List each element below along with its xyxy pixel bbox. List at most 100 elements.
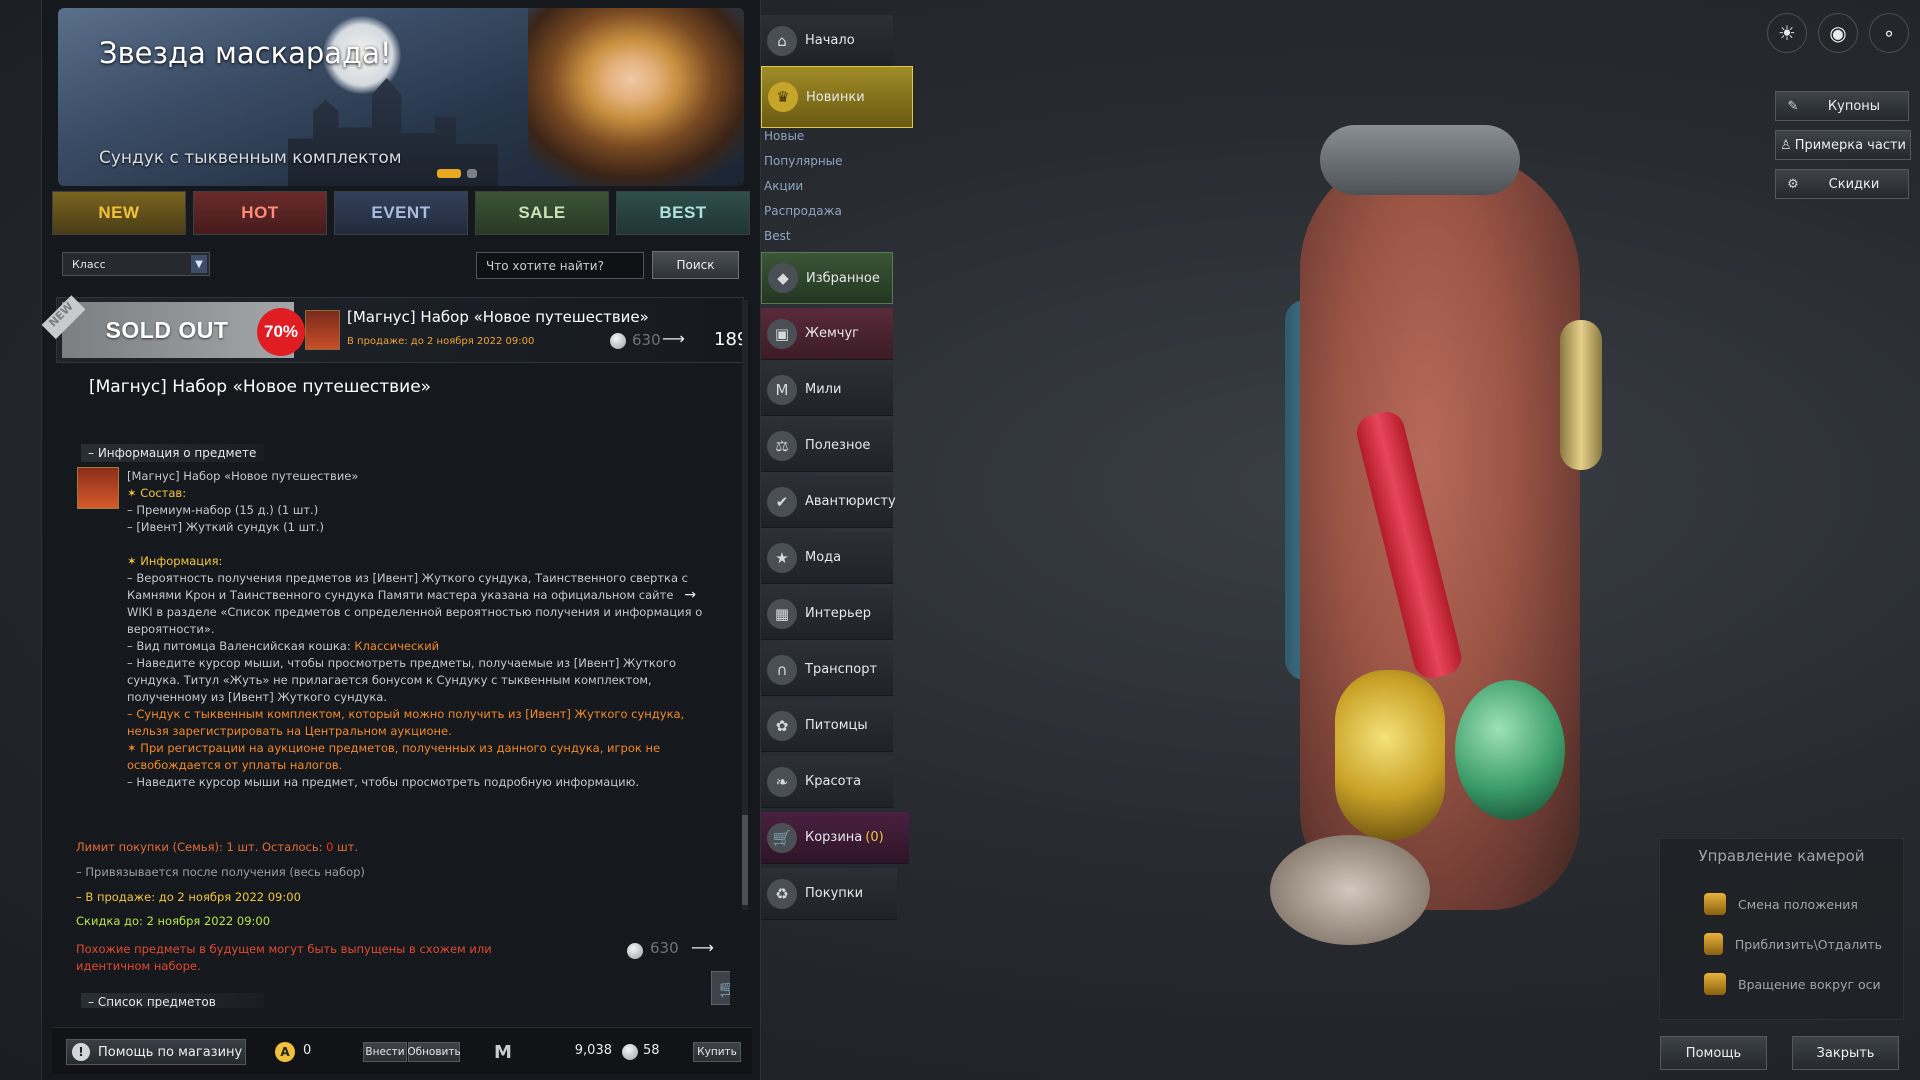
- shop-help-button[interactable]: ! Помощь по магазину: [66, 1039, 246, 1065]
- sidebar-item-label: Авантюристу: [805, 494, 896, 509]
- item-name: [Магнус] Набор «Новое путешествие»: [127, 469, 359, 483]
- sidebar-item-label: Корзина: [805, 830, 863, 845]
- pearl-box-icon: ▣: [767, 318, 797, 349]
- item-info-header[interactable]: – Информация о предмете: [81, 444, 264, 462]
- item-thumbnail[interactable]: [77, 467, 119, 509]
- warning-line: освобождается от уплаты налогов.: [127, 758, 343, 772]
- sidebar-item-home[interactable]: ⌂ Начало: [761, 15, 893, 67]
- deposit-button[interactable]: Внести: [363, 1042, 407, 1062]
- cart-icon: 🛒: [767, 822, 797, 853]
- sidebar-subitem-new[interactable]: Новые: [764, 129, 804, 143]
- product-title: [Магнус] Набор «Новое путешествие»: [347, 308, 649, 326]
- tab-event[interactable]: EVENT: [334, 191, 468, 235]
- search-button[interactable]: Поиск: [652, 251, 739, 279]
- sidebar-item-fashion[interactable]: ★ Мода: [761, 532, 893, 584]
- info-line-text: Камнями Крон и Таинственного сундука Пам…: [127, 588, 674, 602]
- sold-out-text: SOLD OUT: [105, 316, 229, 343]
- class-select[interactable]: Класс ▼: [62, 252, 210, 276]
- warning-line: нельзя зарегистрировать на Центральном а…: [127, 724, 452, 738]
- promo-banner[interactable]: Звезда маскарада! Сундук с тыквенным ком…: [58, 8, 744, 186]
- try-on-label: Примерка части: [1794, 137, 1906, 153]
- bubbles-icon[interactable]: ∘: [1869, 13, 1909, 53]
- product-old-price: 630: [632, 331, 661, 349]
- detail-old-price: 630: [650, 939, 679, 957]
- sidebar-item-adventurer[interactable]: ✔ Авантюристу: [761, 476, 896, 528]
- sidebar-item-transport[interactable]: ∩ Транспорт: [761, 644, 893, 696]
- sidebar-item-interior[interactable]: ▦ Интерьер: [761, 588, 893, 640]
- camera-rotate-label: Вращение вокруг оси: [1738, 976, 1881, 992]
- banner-title: Звезда маскарада!: [99, 36, 392, 70]
- sidebar-item-new[interactable]: ♛ Новинки: [761, 66, 913, 128]
- thumbs-up-icon: ✔: [767, 486, 797, 517]
- tab-best[interactable]: BEST: [616, 191, 750, 235]
- eye-icon[interactable]: ◉: [1818, 13, 1858, 53]
- sidebar-subitem-promotions[interactable]: Акции: [764, 179, 803, 193]
- search-input[interactable]: Что хотите найти?: [476, 252, 644, 279]
- shop-panel: Звезда маскарада! Сундук с тыквенным ком…: [41, 0, 761, 1080]
- wiki-link-arrow-icon[interactable]: →: [684, 587, 696, 603]
- sidebar-item-cart[interactable]: 🛒 Корзина (0): [761, 812, 909, 864]
- sidebar-item-favorites[interactable]: ◆ Избранное: [761, 252, 893, 304]
- hover-line: полученному из [Ивент] Жуткого сундука.: [127, 690, 387, 704]
- tab-sale[interactable]: SALE: [475, 191, 609, 235]
- warning-line: ✶ При регистрации на аукционе предметов,…: [127, 741, 661, 755]
- sidebar-item-purchases[interactable]: ♻ Покупки: [761, 868, 897, 920]
- information-label: ✶ Информация:: [127, 554, 223, 568]
- chevron-down-icon[interactable]: ▼: [191, 255, 207, 273]
- mileage-icon: M: [767, 374, 797, 405]
- pet-line-value: Классический: [354, 639, 440, 653]
- character-portrait: [528, 8, 744, 186]
- on-sale-note: – В продаже: до 2 ноября 2022 09:00: [76, 890, 301, 904]
- arrow-right-icon: ⟶: [662, 329, 685, 348]
- hover-line: сундука. Титул «Жуть» не прилагается бон…: [127, 673, 652, 687]
- acoin-balance: 0: [303, 1043, 312, 1058]
- banner-page-dot-active[interactable]: [437, 169, 461, 178]
- compass-ornament: [1560, 320, 1602, 470]
- try-on-button[interactable]: ♙ Примерка части: [1775, 130, 1911, 160]
- discount-badge: 70%: [257, 308, 305, 356]
- camera-zoom-label: Приблизить\Отдалить: [1734, 936, 1882, 952]
- sidebar-item-label: Жемчуг: [805, 326, 860, 341]
- add-to-cart-button[interactable]: 🛒: [711, 971, 730, 1005]
- outfit-icon: ★: [767, 542, 797, 573]
- camera-move-hint: Смена положения: [1682, 889, 1882, 919]
- refresh-button[interactable]: Обновить: [407, 1042, 461, 1062]
- green-flask: [1455, 680, 1565, 820]
- sidebar-item-beauty[interactable]: ❧ Красота: [761, 756, 893, 808]
- buy-pearls-button[interactable]: Купить: [693, 1042, 741, 1062]
- ticket-icon: ✎: [1787, 98, 1799, 114]
- item-list-header[interactable]: – Список предметов: [81, 993, 264, 1008]
- info-line: вероятности».: [127, 622, 215, 636]
- detail-new-price: 189: [728, 938, 730, 959]
- sidebar-subitem-best[interactable]: Best: [764, 229, 791, 243]
- warning-line: – Сундук с тыквенным комплектом, который…: [127, 707, 685, 721]
- mileage-balance: 9,038: [574, 1043, 612, 1058]
- sidebar-item-label: Мили: [805, 382, 842, 397]
- banner-page-dot[interactable]: [467, 169, 477, 178]
- sun-icon[interactable]: ☀: [1767, 13, 1807, 53]
- coupons-button[interactable]: ✎ Купоны: [1775, 91, 1909, 121]
- sidebar-item-pets[interactable]: ✿ Питомцы: [761, 700, 893, 752]
- tab-hot[interactable]: HOT: [193, 191, 327, 235]
- item-description: [Магнус] Набор «Новое путешествие» ✶ Сос…: [127, 468, 727, 791]
- discounts-button[interactable]: ⚙ Скидки: [1775, 169, 1909, 199]
- sidebar-item-pearls[interactable]: ▣ Жемчуг: [761, 308, 893, 360]
- gear-icon: ⚙: [1787, 176, 1799, 192]
- close-button[interactable]: Закрыть: [1792, 1036, 1899, 1070]
- item-detail: [Магнус] Набор «Новое путешествие» – Инф…: [56, 363, 730, 1008]
- camera-rotate-hint: Вращение вокруг оси: [1682, 969, 1882, 999]
- info-line: – Вероятность получения предметов из [Ив…: [127, 571, 688, 585]
- product-card[interactable]: SOLD OUT NEW 70% [Магнус] Набор «Новое п…: [41, 295, 748, 363]
- sidebar-subitem-popular[interactable]: Популярные: [764, 154, 843, 168]
- camera-move-label: Смена положения: [1738, 896, 1858, 912]
- sidebar-subitem-clearance[interactable]: Распродажа: [764, 204, 842, 218]
- sidebar-item-useful[interactable]: ⚖ Полезное: [761, 420, 893, 472]
- pearl-icon: [622, 1044, 638, 1060]
- future-note: Похожие предметы в будущем могут быть вы…: [76, 942, 492, 973]
- sidebar-item-miles[interactable]: M Мили: [761, 364, 893, 416]
- tab-new[interactable]: NEW: [52, 191, 186, 235]
- sidebar-item-label: Избранное: [806, 270, 880, 286]
- help-button[interactable]: Помощь: [1660, 1036, 1767, 1070]
- detail-scroll-thumb[interactable]: [742, 815, 748, 905]
- camera-title: Управление камерой: [1698, 847, 1865, 865]
